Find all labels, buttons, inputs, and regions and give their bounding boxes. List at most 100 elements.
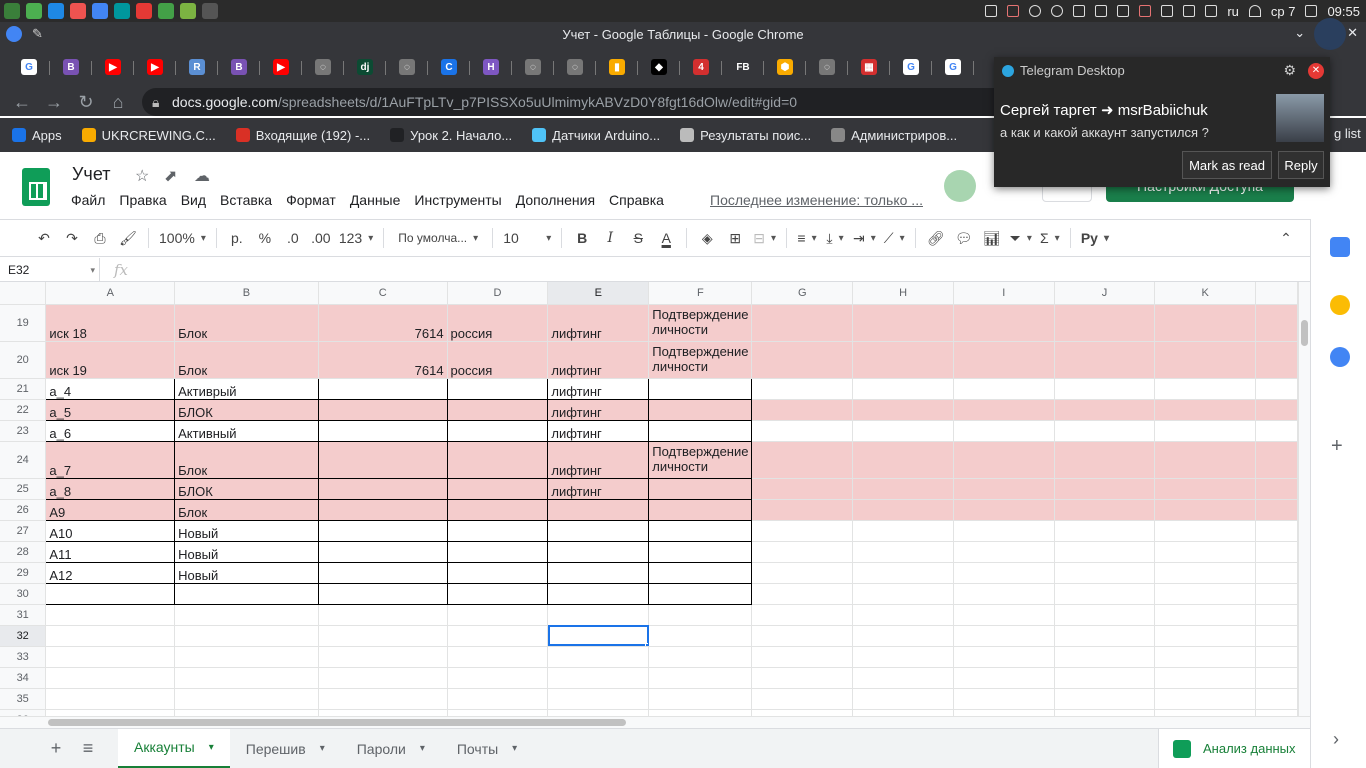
horizontal-scroll-thumb[interactable] xyxy=(48,719,626,726)
cell[interactable] xyxy=(447,667,549,689)
cell[interactable] xyxy=(1255,441,1298,479)
cell[interactable] xyxy=(1154,520,1257,542)
column-header[interactable]: D xyxy=(447,282,549,305)
battery-icon[interactable] xyxy=(1205,5,1218,17)
cell[interactable] xyxy=(953,478,1055,500)
cell[interactable] xyxy=(446,519,549,542)
cell[interactable] xyxy=(852,341,954,379)
filter-icon[interactable]: ⏷ xyxy=(1006,224,1036,252)
reload-icon[interactable]: ↻ xyxy=(70,92,102,113)
cell[interactable] xyxy=(1154,341,1257,379)
star-icon[interactable]: ☆ xyxy=(135,166,149,186)
cell[interactable] xyxy=(1054,520,1156,542)
chart-icon[interactable]: 📊︎ xyxy=(978,224,1006,252)
cell[interactable] xyxy=(447,604,549,626)
bluetooth-icon[interactable] xyxy=(1183,5,1196,17)
decrease-decimal-button[interactable]: .0 xyxy=(279,224,307,252)
browser-tab[interactable]: R xyxy=(176,51,218,83)
cell[interactable] xyxy=(648,377,753,400)
row-header[interactable]: 30 xyxy=(0,583,47,605)
tasks-icon[interactable] xyxy=(1330,347,1350,367)
merge-cells-icon[interactable]: ⊟ xyxy=(749,224,780,252)
cell[interactable] xyxy=(751,625,854,647)
cell[interactable] xyxy=(852,646,954,668)
column-header[interactable]: J xyxy=(1054,282,1156,305)
close-icon[interactable]: ✕ xyxy=(1308,63,1324,79)
cell[interactable] xyxy=(547,604,650,626)
font-select[interactable]: По умолча... xyxy=(390,224,486,252)
wifi-icon[interactable] xyxy=(1248,5,1261,17)
keep-icon[interactable] xyxy=(1330,295,1350,315)
cell[interactable]: иск 18 xyxy=(45,304,176,342)
vertical-align-icon[interactable]: ⤓ xyxy=(821,224,849,252)
cell[interactable] xyxy=(318,646,448,668)
browser-tab[interactable]: ▮ xyxy=(596,51,638,83)
cell[interactable] xyxy=(953,420,1055,442)
cell[interactable] xyxy=(953,378,1055,400)
cell[interactable] xyxy=(953,625,1055,647)
column-header[interactable] xyxy=(1255,282,1298,305)
cell[interactable]: A12 xyxy=(45,561,176,584)
sheets-logo-icon[interactable] xyxy=(22,168,50,206)
cell[interactable] xyxy=(1054,378,1156,400)
cell[interactable] xyxy=(1054,341,1156,379)
cell[interactable] xyxy=(852,625,954,647)
column-header[interactable]: F xyxy=(648,282,753,305)
folder-icon[interactable] xyxy=(26,3,42,19)
cell[interactable] xyxy=(648,604,753,626)
cell[interactable] xyxy=(1255,520,1298,542)
back-icon[interactable]: ← xyxy=(6,92,38,113)
cell[interactable] xyxy=(1255,688,1298,710)
cell[interactable] xyxy=(1154,667,1257,689)
forward-icon[interactable]: → xyxy=(38,92,70,113)
cell[interactable] xyxy=(751,520,854,542)
cell[interactable]: Новый xyxy=(174,519,319,542)
cell[interactable] xyxy=(751,378,854,400)
calendar-icon[interactable] xyxy=(1330,237,1350,257)
cell[interactable] xyxy=(1255,420,1298,442)
browser-tab[interactable]: ◌ xyxy=(386,51,428,83)
cell[interactable]: а_5 xyxy=(45,398,176,421)
cell[interactable] xyxy=(45,582,176,605)
menu-item[interactable]: Справка xyxy=(609,192,664,208)
cell[interactable] xyxy=(648,477,753,500)
doc-title[interactable]: Учет xyxy=(72,164,110,185)
browser-tab[interactable]: C xyxy=(428,51,470,83)
cell[interactable] xyxy=(648,688,753,710)
cell[interactable] xyxy=(547,498,650,521)
browser-tab[interactable]: ⬢ xyxy=(764,51,806,83)
browser-tab[interactable]: ◌ xyxy=(302,51,344,83)
volume-icon[interactable] xyxy=(1161,5,1174,17)
collaborator-avatar[interactable] xyxy=(944,170,976,202)
cell[interactable] xyxy=(648,667,753,689)
cell[interactable] xyxy=(852,562,954,584)
column-header[interactable]: I xyxy=(953,282,1055,305)
cell[interactable]: лифтинг xyxy=(547,477,650,500)
cell[interactable] xyxy=(446,419,549,442)
calendar-icon[interactable] xyxy=(1305,5,1318,17)
all-sheets-icon[interactable]: ≡ xyxy=(72,738,104,759)
cell[interactable] xyxy=(1054,399,1156,421)
cell[interactable] xyxy=(174,582,319,605)
cell[interactable] xyxy=(1255,499,1298,521)
cell[interactable] xyxy=(45,667,176,689)
clock-icon[interactable] xyxy=(1051,5,1064,17)
number-format-select[interactable]: 123 xyxy=(335,224,377,252)
cell[interactable] xyxy=(1054,441,1156,479)
lock-icon[interactable]: 🔒︎ xyxy=(152,94,159,111)
cell[interactable] xyxy=(1054,646,1156,668)
cell[interactable] xyxy=(1054,625,1156,647)
address-bar[interactable]: 🔒︎ docs.google.com/spreadsheets/d/1AuFTp… xyxy=(142,88,1012,116)
horizontal-align-icon[interactable]: ≡ xyxy=(793,224,821,252)
chevron-down-icon[interactable]: ▾ xyxy=(320,743,325,754)
cell[interactable] xyxy=(547,561,650,584)
column-header[interactable]: C xyxy=(318,282,448,305)
undo-icon[interactable]: ↶ xyxy=(30,224,58,252)
cell[interactable] xyxy=(1154,441,1257,479)
cell[interactable] xyxy=(446,398,549,421)
menu-item[interactable]: Данные xyxy=(350,192,401,208)
row-header[interactable]: 36 xyxy=(0,709,47,716)
cell[interactable] xyxy=(1255,583,1298,605)
cell[interactable] xyxy=(446,377,549,400)
cell[interactable]: Новый xyxy=(174,540,319,563)
